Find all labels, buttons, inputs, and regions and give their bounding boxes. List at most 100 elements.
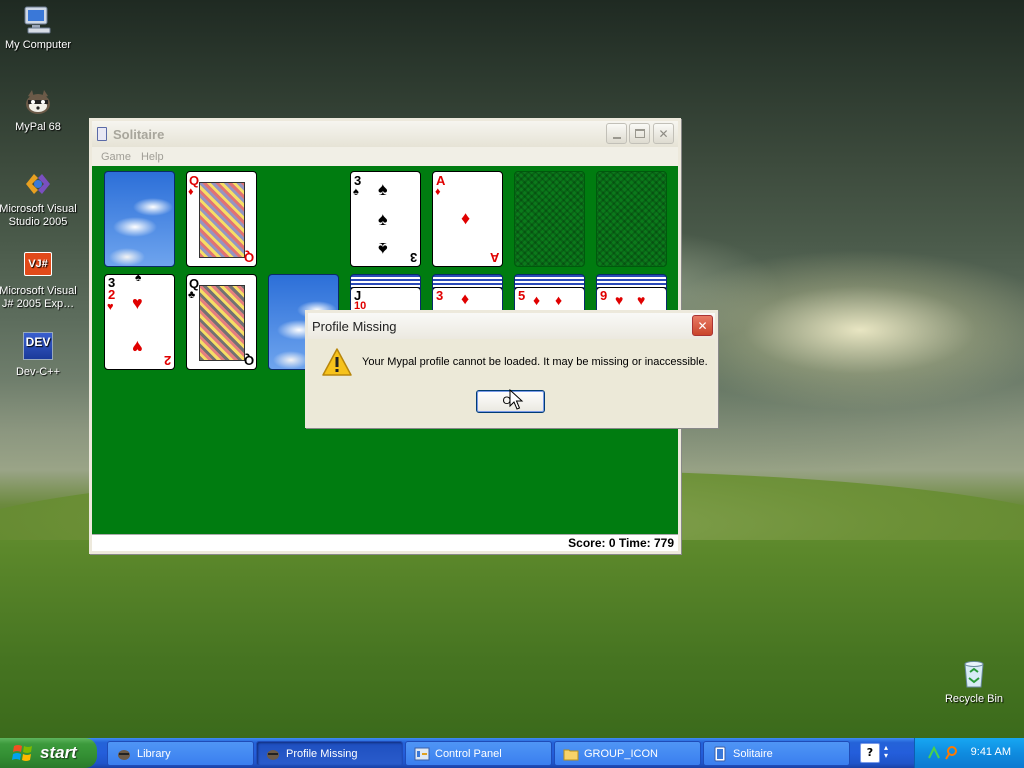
tray-network-icon[interactable]: [927, 745, 941, 760]
card-suit: ♦: [435, 186, 441, 198]
clock[interactable]: 9:41 AM: [971, 746, 1011, 758]
card-rank: 2: [163, 353, 171, 368]
close-button[interactable]: ✕: [653, 123, 674, 144]
taskbar: start Library Profile Missing Control Pa…: [0, 738, 1024, 768]
foundation-4-empty[interactable]: [596, 171, 667, 267]
solitaire-titlebar[interactable]: Solitaire ✕: [92, 121, 678, 147]
taskbar-item-label: Control Panel: [435, 747, 502, 760]
solitaire-menubar: Game Help: [92, 147, 678, 166]
taskbar-item-label: Library: [137, 747, 171, 760]
solitaire-icon: [712, 746, 728, 762]
taskbar-item-label: Profile Missing: [286, 747, 358, 760]
desktop-icon-visual-jsharp[interactable]: VJ# Microsoft Visual J# 2005 Exp…: [0, 250, 78, 311]
desktop-icon-label: Microsoft Visual J# 2005 Exp…: [0, 285, 77, 310]
taskbar-item-label: Solitaire: [733, 747, 773, 760]
status-bar: Score: 0 Time: 779: [92, 534, 678, 551]
mypal-icon: [265, 746, 281, 762]
menu-help[interactable]: Help: [136, 151, 169, 163]
card-pip: ♦: [555, 292, 563, 308]
mouse-cursor-icon: [509, 388, 525, 411]
tableau-2-card[interactable]: Q ♣ Q: [186, 274, 257, 370]
warning-icon: [321, 347, 353, 377]
foundation-3-empty[interactable]: [514, 171, 585, 267]
desktop-icon-recycle-bin[interactable]: Recycle Bin: [934, 658, 1014, 706]
taskbar-item-group-icon[interactable]: GROUP_ICON: [554, 741, 701, 766]
recycle-bin-icon: [958, 658, 990, 690]
card-rank: Q: [243, 250, 254, 265]
start-button[interactable]: start: [0, 738, 97, 768]
taskbar-item-label: GROUP_ICON: [584, 747, 658, 760]
desktop-icon-label: MyPal 68: [15, 121, 61, 133]
card-rank: Q: [243, 353, 254, 368]
windows-flag-icon: [12, 743, 34, 763]
close-icon: ✕: [658, 126, 669, 141]
card-rank: A: [489, 250, 499, 265]
dialog-titlebar[interactable]: Profile Missing ✕: [308, 313, 715, 339]
solitaire-icon: [97, 127, 107, 141]
control-panel-icon: [414, 746, 430, 762]
dialog-message: Your Mypal profile cannot be loaded. It …: [362, 356, 708, 368]
minimize-icon: [612, 136, 621, 139]
mypal-icon: [116, 746, 132, 762]
card-pip: ♦: [461, 208, 471, 228]
mypal-icon: [22, 86, 54, 118]
dialog-close-button[interactable]: ✕: [692, 315, 713, 336]
desktop-icon-label: Recycle Bin: [944, 693, 1004, 705]
maximize-button[interactable]: [629, 123, 650, 144]
card-pip: ♦: [461, 291, 470, 308]
visual-jsharp-badge: VJ#: [24, 252, 52, 276]
close-icon: ✕: [697, 318, 708, 333]
tray-search-icon[interactable]: [945, 745, 961, 761]
card-pip: ♥: [132, 337, 143, 357]
wallpaper-field: [0, 540, 1024, 740]
minimize-button[interactable]: [606, 123, 627, 144]
card-pip: ♠: [378, 179, 388, 199]
system-tray: 9:41 AM: [914, 738, 1024, 768]
card-face-art: [199, 285, 245, 361]
desktop-icon-devcpp[interactable]: DEV Dev-C++: [0, 331, 78, 379]
language-bar-arrows-icon[interactable]: ▴ ▾: [884, 744, 888, 760]
desktop-icon-my-computer[interactable]: My Computer: [0, 4, 78, 52]
start-label: start: [40, 743, 77, 762]
card-rank: 9: [600, 288, 608, 303]
desktop-icon-mypal[interactable]: MyPal 68: [0, 86, 78, 134]
folder-icon: [563, 746, 579, 762]
taskbar-item-solitaire[interactable]: Solitaire: [703, 741, 850, 766]
card-face-art: [199, 182, 245, 258]
card-rank: 3: [436, 288, 444, 303]
foundation-2[interactable]: A ♦ ♦ A: [432, 171, 503, 267]
card-pip: ♠: [378, 239, 388, 259]
foundation-1[interactable]: 3 ♠ ♠ ♠ ♠ 3: [350, 171, 421, 267]
card-pip: ♥: [637, 292, 646, 308]
devcpp-badge: DEV: [23, 332, 53, 360]
maximize-icon: [634, 129, 645, 138]
card-pip: ♦: [533, 292, 541, 308]
desktop-icon-label: Dev-C++: [15, 366, 61, 378]
visual-jsharp-icon: VJ#: [22, 250, 54, 282]
devcpp-icon: DEV: [22, 331, 54, 363]
card-suit: ♥: [107, 301, 114, 313]
taskbar-item-profile-missing[interactable]: Profile Missing: [256, 741, 403, 766]
solitaire-title: Solitaire: [113, 126, 165, 142]
card-rank: 5: [518, 288, 526, 303]
card-suit: ♦: [188, 186, 194, 198]
card-rank: 2: [108, 287, 116, 302]
desktop-icon-visual-studio[interactable]: Microsoft Visual Studio 2005: [0, 168, 78, 229]
desktop: My Computer MyPal 68 Microsoft Visual St…: [0, 0, 1024, 768]
menu-game[interactable]: Game: [96, 151, 136, 163]
language-bar-button[interactable]: ?: [860, 743, 880, 763]
taskbar-item-library[interactable]: Library: [107, 741, 254, 766]
taskbar-item-control-panel[interactable]: Control Panel: [405, 741, 552, 766]
stock-pile[interactable]: [104, 171, 175, 267]
dialog-title: Profile Missing: [312, 318, 397, 334]
card-suit: ♠: [135, 274, 142, 284]
card-pip: ♠: [378, 209, 388, 229]
tableau-1-card[interactable]: 3 ♠ 2 ♥ ♥ ♥ 2: [104, 274, 175, 370]
waste-card[interactable]: Q ♦ Q: [186, 171, 257, 267]
card-suit: ♣: [188, 289, 196, 301]
desktop-icon-label: My Computer: [4, 39, 72, 51]
my-computer-icon: [22, 4, 54, 36]
card-rank: 3: [409, 250, 417, 265]
card-pip: ♥: [132, 293, 143, 313]
card-pip: ♥: [615, 292, 624, 308]
